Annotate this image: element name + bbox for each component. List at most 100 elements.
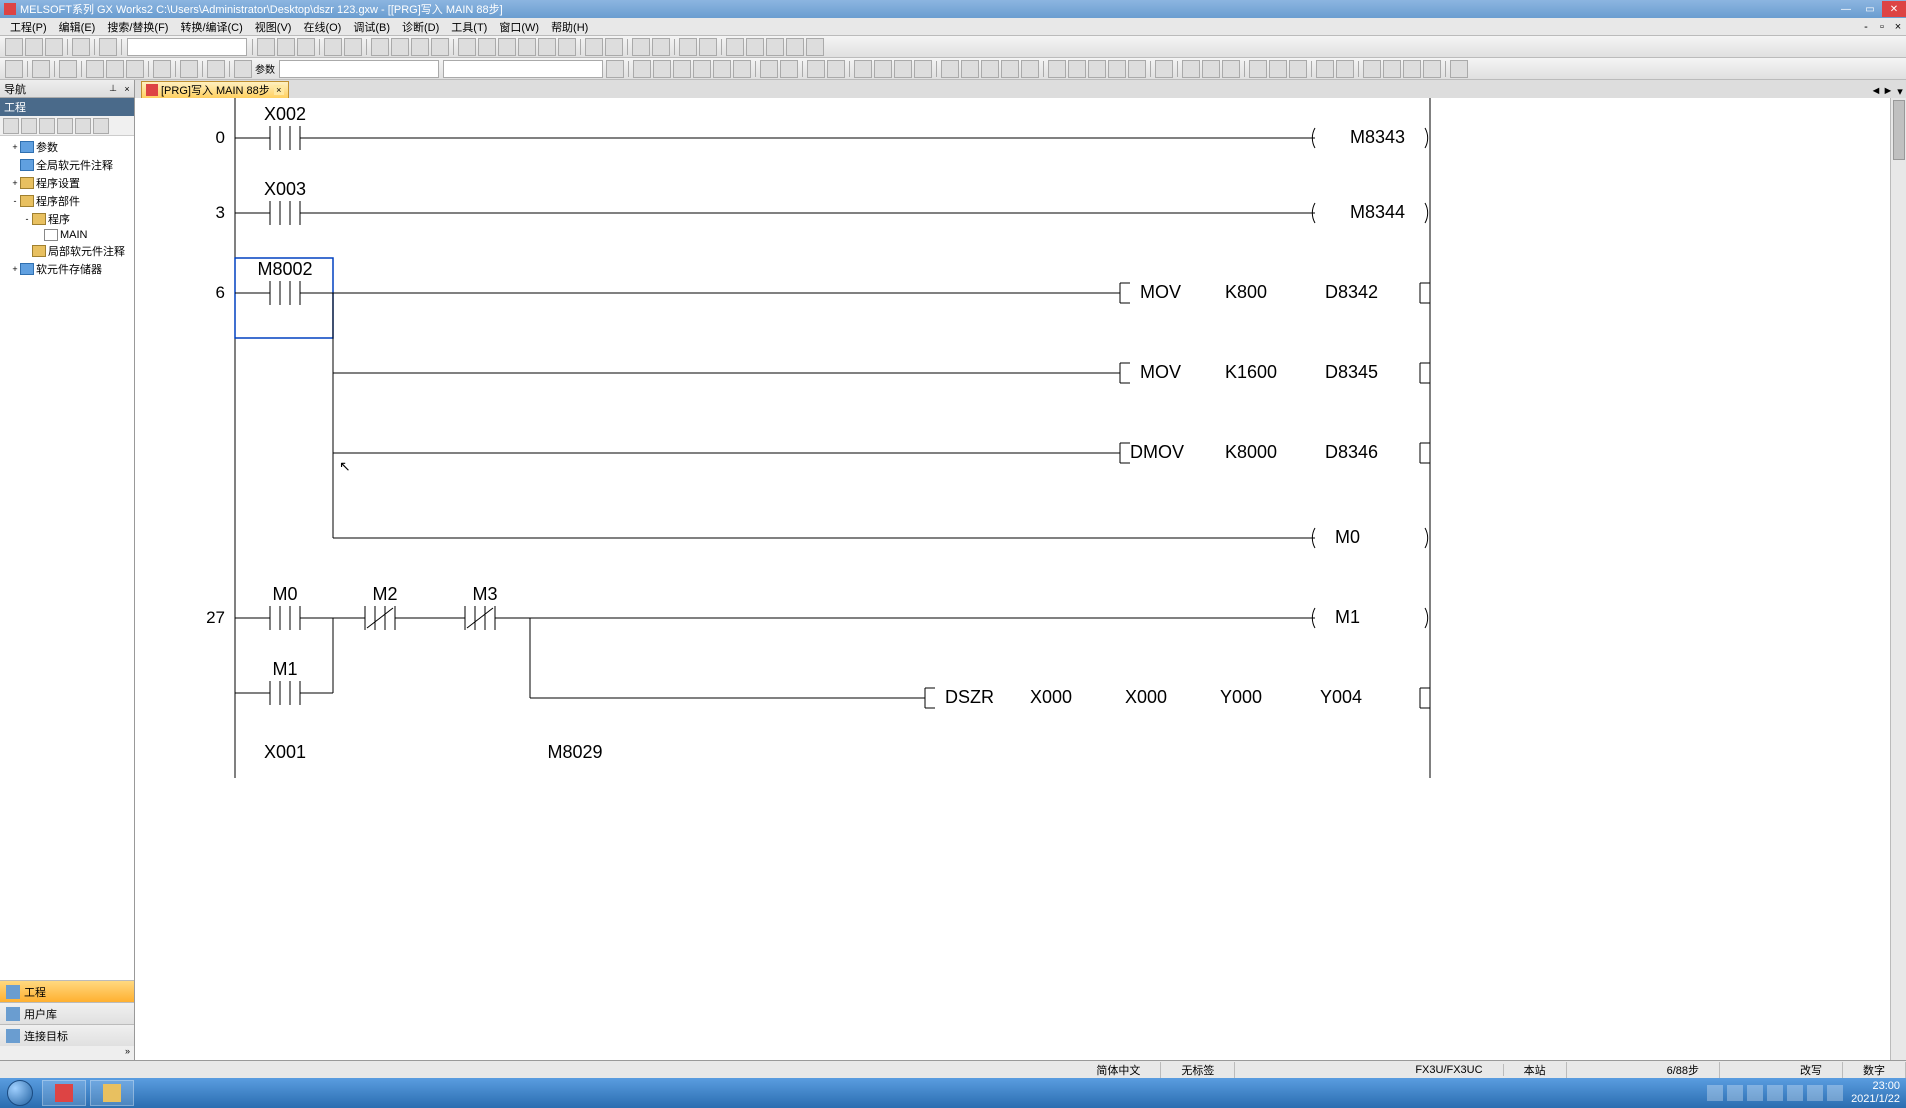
bottom-tab-project[interactable]: 工程: [0, 980, 134, 1002]
cut-button[interactable]: [257, 38, 275, 56]
tray-clock[interactable]: 23:00 2021/1/22: [1845, 1080, 1906, 1106]
tray-icon-7[interactable]: [1827, 1085, 1843, 1101]
ld-hline[interactable]: [760, 60, 778, 78]
tree-node-program-parts[interactable]: -程序部件: [2, 192, 132, 210]
tb1-o[interactable]: [726, 38, 744, 56]
tray-icon-2[interactable]: [1727, 1085, 1743, 1101]
ld-g4[interactable]: [1108, 60, 1126, 78]
tray-icon-3[interactable]: [1747, 1085, 1763, 1101]
ld-contact-f[interactable]: [693, 60, 711, 78]
menu-project[interactable]: 工程(P): [4, 19, 53, 35]
ld-coil[interactable]: [713, 60, 731, 78]
tb1-e[interactable]: [458, 38, 476, 56]
tree-node-global-comment[interactable]: 全局软元件注释: [2, 156, 132, 174]
mode-combo[interactable]: [127, 38, 247, 56]
ld-f4[interactable]: [1001, 60, 1019, 78]
bottom-mini-expand[interactable]: »: [0, 1046, 134, 1060]
ld-del-vline[interactable]: [827, 60, 845, 78]
ld-l3[interactable]: [1403, 60, 1421, 78]
ld-g5[interactable]: [1128, 60, 1146, 78]
tray-icon-1[interactable]: [1707, 1085, 1723, 1101]
find-button[interactable]: [234, 60, 252, 78]
zoom-in-button[interactable]: [699, 38, 717, 56]
nav-tb-1[interactable]: [3, 118, 19, 134]
ld-j2[interactable]: [1269, 60, 1287, 78]
ld-e3[interactable]: [894, 60, 912, 78]
taskbar-item-gxworks[interactable]: [42, 1080, 86, 1106]
tb2-e[interactable]: [106, 60, 124, 78]
tb1-q[interactable]: [766, 38, 784, 56]
tb2-c[interactable]: [59, 60, 77, 78]
tray-icon-5[interactable]: [1787, 1085, 1803, 1101]
tab-nav-menu[interactable]: ▾: [1894, 85, 1906, 98]
menu-find[interactable]: 搜索/替换(F): [101, 19, 174, 35]
pin-icon[interactable]: ⊥: [106, 83, 120, 94]
menu-tool[interactable]: 工具(T): [445, 19, 493, 35]
tree-node-main[interactable]: MAIN: [2, 228, 132, 242]
ld-g2[interactable]: [1068, 60, 1086, 78]
tb1-d[interactable]: [431, 38, 449, 56]
ld-contact-no[interactable]: [633, 60, 651, 78]
tb1-s[interactable]: [806, 38, 824, 56]
scrollbar-thumb[interactable]: [1893, 100, 1905, 160]
ld-h1[interactable]: [1155, 60, 1173, 78]
ld-j3[interactable]: [1289, 60, 1307, 78]
menu-online[interactable]: 在线(O): [297, 19, 347, 35]
ld-contact-nc[interactable]: [653, 60, 671, 78]
tb1-k[interactable]: [585, 38, 603, 56]
ld-i2[interactable]: [1202, 60, 1220, 78]
tb2-h[interactable]: [180, 60, 198, 78]
start-button[interactable]: [0, 1078, 40, 1108]
project-tree[interactable]: +参数 全局软元件注释 +程序设置 -程序部件 -程序 MAIN 局部软元件注释…: [0, 136, 134, 980]
menu-debug[interactable]: 调试(B): [347, 19, 396, 35]
nav-tb-5[interactable]: [75, 118, 91, 134]
ld-f2[interactable]: [961, 60, 979, 78]
ld-k1[interactable]: [1316, 60, 1334, 78]
help-button[interactable]: [99, 38, 117, 56]
ld-i1[interactable]: [1182, 60, 1200, 78]
vertical-scrollbar[interactable]: [1890, 98, 1906, 1060]
ld-l4[interactable]: [1423, 60, 1441, 78]
maximize-button[interactable]: ▭: [1858, 1, 1882, 17]
ld-j1[interactable]: [1249, 60, 1267, 78]
tb1-i[interactable]: [538, 38, 556, 56]
tab-nav-right[interactable]: ►: [1882, 85, 1894, 98]
bottom-tab-userlib[interactable]: 用户库: [0, 1002, 134, 1024]
search-combo[interactable]: [443, 60, 603, 78]
tb1-r[interactable]: [786, 38, 804, 56]
menu-view[interactable]: 视图(V): [249, 19, 298, 35]
ld-l2[interactable]: [1383, 60, 1401, 78]
tb2-a[interactable]: [5, 60, 23, 78]
search-go-button[interactable]: [606, 60, 624, 78]
undo-button[interactable]: [324, 38, 342, 56]
ld-l1[interactable]: [1363, 60, 1381, 78]
tb2-i[interactable]: [207, 60, 225, 78]
taskbar-item-explorer[interactable]: [90, 1080, 134, 1106]
tb1-l[interactable]: [605, 38, 623, 56]
nav-tb-6[interactable]: [93, 118, 109, 134]
ld-f5[interactable]: [1021, 60, 1039, 78]
tab-close-icon[interactable]: ×: [274, 85, 284, 95]
tree-node-program-settings[interactable]: +程序设置: [2, 174, 132, 192]
ld-f3[interactable]: [981, 60, 999, 78]
ld-f1[interactable]: [941, 60, 959, 78]
tree-node-program[interactable]: -程序: [2, 210, 132, 228]
tb1-b[interactable]: [391, 38, 409, 56]
bottom-tab-connection[interactable]: 连接目标: [0, 1024, 134, 1046]
menu-window[interactable]: 窗口(W): [493, 19, 545, 35]
ladder-canvas[interactable]: 0 X002 M8343 3 X003: [135, 98, 1906, 1060]
tree-node-device-memory[interactable]: +软元件存储器: [2, 260, 132, 278]
tray-icon-6[interactable]: [1807, 1085, 1823, 1101]
ld-del-hline[interactable]: [807, 60, 825, 78]
print-button[interactable]: [72, 38, 90, 56]
tb1-a[interactable]: [371, 38, 389, 56]
tb1-f[interactable]: [478, 38, 496, 56]
device-combo[interactable]: [279, 60, 439, 78]
tb1-c[interactable]: [411, 38, 429, 56]
minimize-button[interactable]: —: [1834, 1, 1858, 17]
tb1-j[interactable]: [558, 38, 576, 56]
editor-tab-main[interactable]: [PRG]写入 MAIN 88步 ×: [141, 81, 289, 98]
tb1-m[interactable]: [632, 38, 650, 56]
mdi-restore-button[interactable]: ▫: [1874, 21, 1890, 33]
tree-node-local-comment[interactable]: 局部软元件注释: [2, 242, 132, 260]
